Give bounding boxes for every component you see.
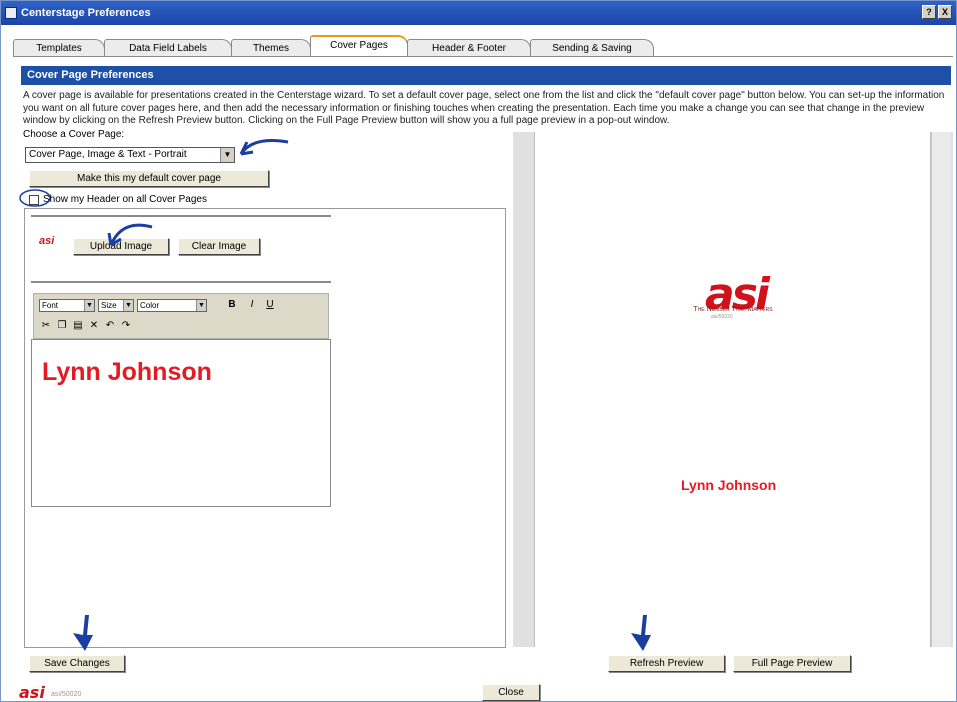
size-select[interactable]: Size ▼ xyxy=(98,299,134,312)
cover-page-select[interactable]: Cover Page, Image & Text - Portrait ▼ xyxy=(25,147,235,163)
close-button[interactable]: Close xyxy=(482,684,540,701)
annotation-arrow-icon xyxy=(107,223,153,247)
app-icon xyxy=(5,7,17,19)
font-select[interactable]: Font ▼ xyxy=(39,299,95,312)
editor-name-text[interactable]: Lynn Johnson xyxy=(42,358,212,387)
choose-cover-label: Choose a Cover Page: xyxy=(23,129,125,140)
paste-icon[interactable]: ▤ xyxy=(72,320,84,332)
cover-page-select-value: Cover Page, Image & Text - Portrait xyxy=(29,149,187,160)
window-title: Centerstage Preferences xyxy=(21,7,151,19)
tab-divider xyxy=(13,56,953,57)
tab-strip: Templates Data Field Labels Themes Cover… xyxy=(13,35,654,57)
show-header-checkbox-row[interactable]: Show my Header on all Cover Pages xyxy=(29,194,207,205)
tab-cover-pages[interactable]: Cover Pages xyxy=(310,35,408,57)
preview-tagline: The Number That Matters xyxy=(693,306,773,313)
preferences-window: Centerstage Preferences ? X Templates Da… xyxy=(0,0,957,702)
color-select[interactable]: Color ▼ xyxy=(137,299,207,312)
delete-icon[interactable]: ✕ xyxy=(88,320,100,332)
intro-text: A cover page is available for presentati… xyxy=(23,90,945,126)
show-header-label: Show my Header on all Cover Pages xyxy=(43,194,207,205)
chevron-down-icon[interactable]: ▼ xyxy=(220,148,234,162)
rich-text-editor[interactable]: Lynn Johnson xyxy=(31,339,331,507)
tab-header-footer[interactable]: Header & Footer xyxy=(407,39,531,57)
divider xyxy=(31,215,331,217)
cut-icon[interactable]: ✂ xyxy=(40,320,52,332)
close-icon[interactable]: X xyxy=(938,5,952,19)
undo-icon[interactable]: ↶ xyxy=(104,320,116,332)
make-default-button[interactable]: Make this my default cover page xyxy=(29,170,269,187)
bold-icon[interactable]: B xyxy=(226,299,238,311)
editor-toolbar: Font ▼ Size ▼ Color ▼ B I U ✂ ❐ ▤ ✕ ↶ ↷ xyxy=(33,293,329,339)
preview-name-text: Lynn Johnson xyxy=(681,477,777,493)
preview-page xyxy=(534,132,931,647)
color-select-value: Color xyxy=(140,301,160,310)
tab-themes[interactable]: Themes xyxy=(231,39,311,57)
down-arrow-icon xyxy=(631,615,651,651)
down-arrow-icon xyxy=(73,615,93,651)
preview-scrollbar[interactable] xyxy=(931,132,951,647)
chevron-down-icon[interactable]: ▼ xyxy=(84,300,94,311)
preview-logo-sub: asi/50020 xyxy=(711,314,733,320)
clear-image-button[interactable]: Clear Image xyxy=(178,238,260,255)
size-select-value: Size xyxy=(101,301,117,310)
tab-data-field-labels[interactable]: Data Field Labels xyxy=(104,39,232,57)
tab-sending-saving[interactable]: Sending & Saving xyxy=(530,39,654,57)
divider xyxy=(31,281,331,283)
footer-logo: asi xyxy=(19,683,45,702)
section-title: Cover Page Preferences xyxy=(21,66,951,85)
image-thumbnail-logo: asi xyxy=(39,235,55,247)
font-select-value: Font xyxy=(42,301,59,310)
help-icon[interactable]: ? xyxy=(922,5,936,19)
redo-icon[interactable]: ↷ xyxy=(120,320,132,332)
window-controls: ? X xyxy=(922,5,952,19)
underline-icon[interactable]: U xyxy=(264,299,276,311)
chevron-down-icon[interactable]: ▼ xyxy=(196,300,206,311)
annotation-arrow-icon xyxy=(239,139,289,156)
tab-templates[interactable]: Templates xyxy=(13,39,105,57)
refresh-preview-button[interactable]: Refresh Preview xyxy=(608,655,725,672)
full-page-preview-button[interactable]: Full Page Preview xyxy=(733,655,851,672)
annotation-circle-icon xyxy=(19,189,51,207)
footer-logo-sub: asi/50020 xyxy=(51,691,82,698)
italic-icon[interactable]: I xyxy=(246,299,258,311)
copy-icon[interactable]: ❐ xyxy=(56,320,68,332)
save-changes-button[interactable]: Save Changes xyxy=(29,655,125,672)
chevron-down-icon[interactable]: ▼ xyxy=(123,300,133,311)
title-bar: Centerstage Preferences ? X xyxy=(1,1,956,25)
